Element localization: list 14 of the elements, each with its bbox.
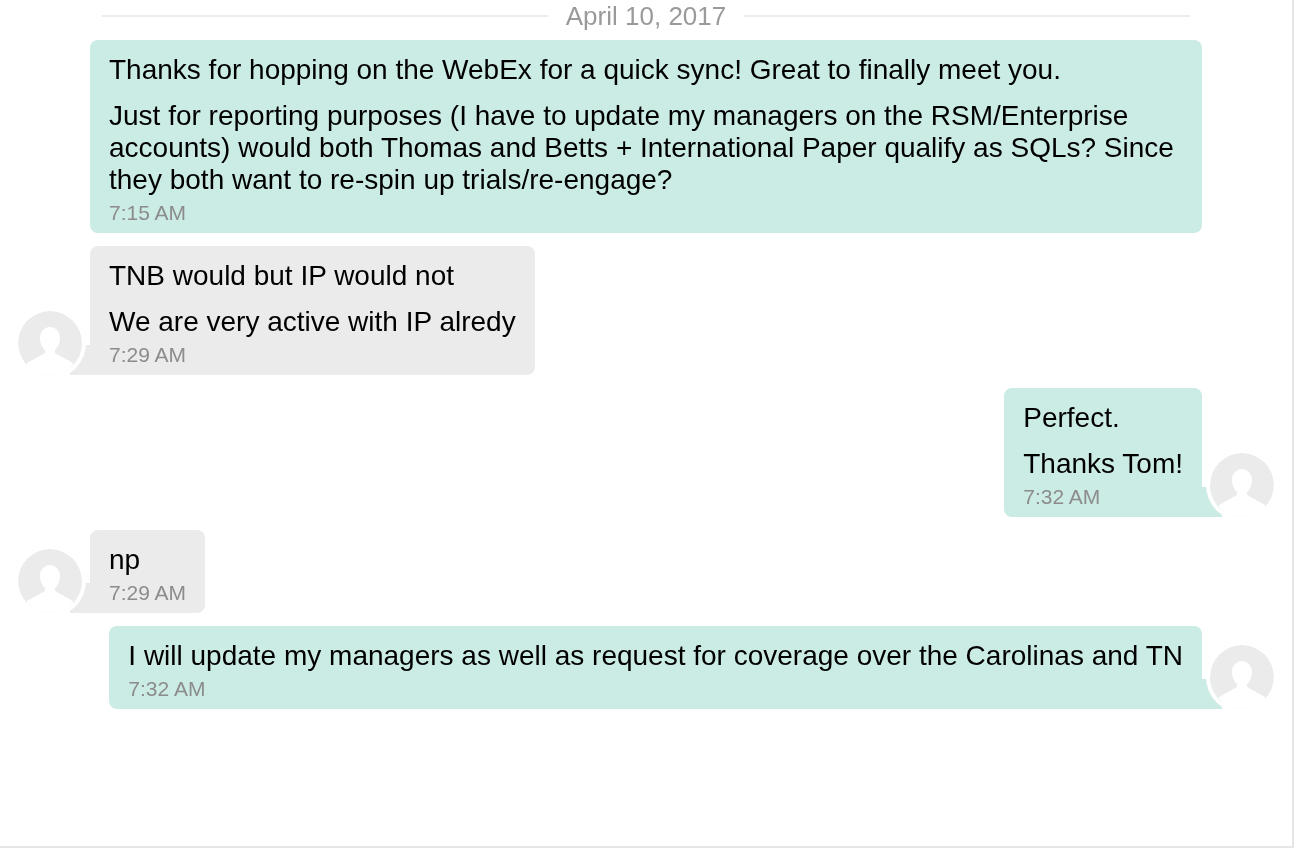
message-time: 7:32 AM bbox=[1023, 485, 1102, 509]
date-label: April 10, 2017 bbox=[565, 1, 727, 31]
message-text: Thanks Tom! bbox=[1023, 448, 1183, 480]
message-time: 7:29 AM bbox=[109, 581, 187, 605]
message-time: 7:29 AM bbox=[109, 343, 188, 367]
message-text: I will update my managers as well as request for coverage over the Carolinas and TN bbox=[128, 640, 1183, 672]
message-time: 7:32 AM bbox=[128, 677, 207, 701]
message-text: Thanks for hopping on the WebEx for a quick sync! Great to finally meet you. bbox=[109, 54, 1062, 86]
message-text: np bbox=[109, 544, 142, 576]
message-time: 7:15 AM bbox=[109, 201, 188, 225]
message-text: Just for reporting purposes (I have to update my managers on the RSM/Enterprise accounts) would both Thomas and Betts + International Paper qualify as SQLs? Since they both want to re-spin up trials/re-engage? bbox=[109, 100, 1175, 196]
message-text: TNB would but IP would not bbox=[109, 260, 455, 292]
message-text: Perfect. bbox=[1023, 402, 1121, 434]
message-text: We are very active with IP alredy bbox=[109, 306, 516, 338]
